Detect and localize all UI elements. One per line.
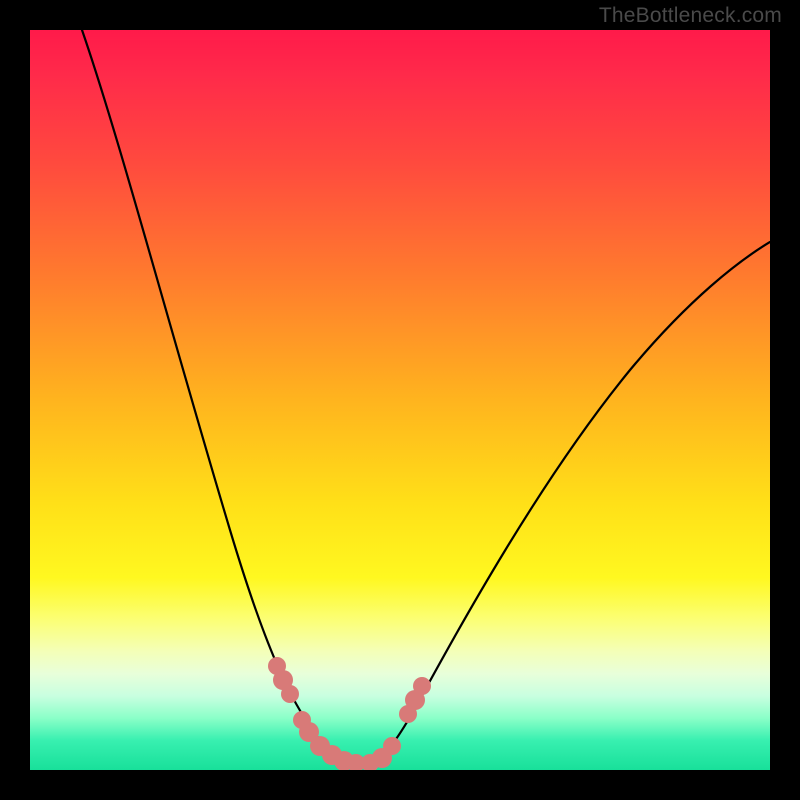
curve-overlay — [30, 30, 770, 770]
bead-cluster-right — [361, 677, 431, 770]
chart-frame: TheBottleneck.com — [0, 0, 800, 800]
left-curve — [82, 30, 356, 764]
plot-area — [30, 30, 770, 770]
attribution-text: TheBottleneck.com — [599, 4, 782, 28]
bead-cluster-left — [268, 657, 365, 770]
